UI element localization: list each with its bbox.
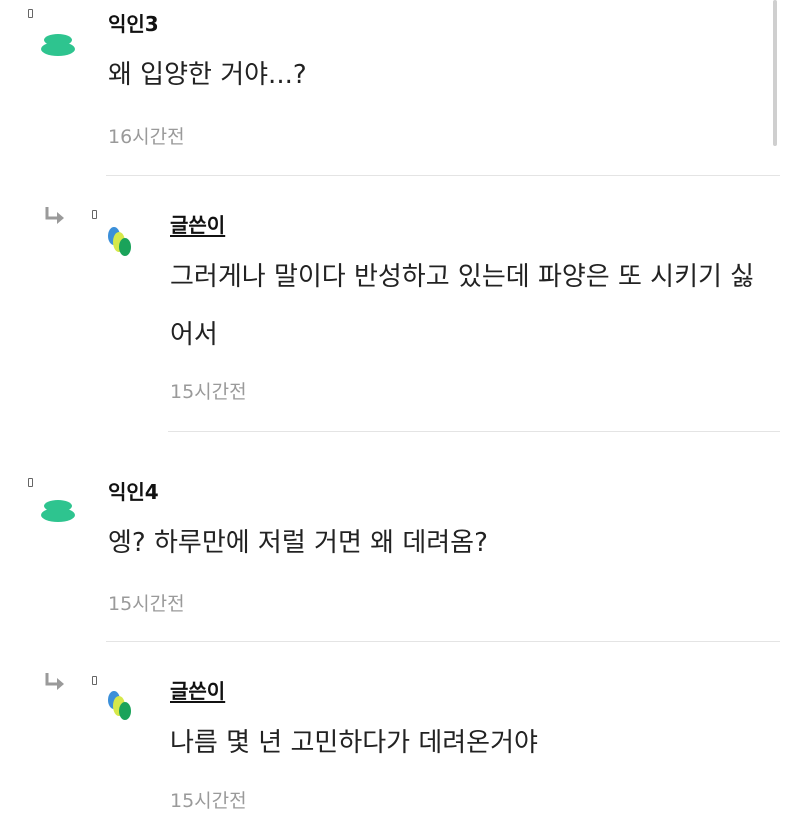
reply-arrow-icon xyxy=(45,207,64,224)
reply-item: 글쓴이 그러게나 말이다 반성하고 있는데 파양은 또 시키기 싫어서 15시간… xyxy=(0,176,800,432)
comment-time: 16시간전 xyxy=(108,126,185,148)
comment-time: 15시간전 xyxy=(108,593,185,615)
reply-item: 글쓴이 나름 몇 년 고민하다가 데려온거야 15시간전 xyxy=(0,642,800,818)
comment-author[interactable]: 익인4 xyxy=(108,476,159,505)
comment-time: 15시간전 xyxy=(170,790,247,812)
bookmark-icon xyxy=(28,478,33,487)
comment-author[interactable]: 글쓴이 xyxy=(170,675,225,704)
comment-text: 나름 몇 년 고민하다가 데려온거야 xyxy=(170,728,538,758)
comment-text: 왜 입양한 거야...? xyxy=(108,60,307,90)
writer-avatar-icon xyxy=(108,227,131,256)
bookmark-icon xyxy=(92,210,97,219)
comment-item: 익인4 엥? 하루만에 저럴 거면 왜 데려옴? 15시간전 xyxy=(0,432,800,642)
bookmark-icon xyxy=(28,9,33,18)
reply-arrow-icon xyxy=(45,673,64,690)
comment-author[interactable]: 익인3 xyxy=(108,8,159,37)
comment-text: 엥? 하루만에 저럴 거면 왜 데려옴? xyxy=(108,528,488,558)
anon-avatar-icon xyxy=(41,500,75,522)
bookmark-icon xyxy=(92,676,97,685)
comment-author[interactable]: 글쓴이 xyxy=(170,209,225,238)
writer-avatar-icon xyxy=(108,691,131,720)
comment-time: 15시간전 xyxy=(170,381,247,403)
anon-avatar-icon xyxy=(41,34,75,56)
comment-item: 익인3 왜 입양한 거야...? 16시간전 xyxy=(0,0,800,176)
comment-text: 그러게나 말이다 반성하고 있는데 파양은 또 시키기 싫어서 xyxy=(170,262,755,350)
